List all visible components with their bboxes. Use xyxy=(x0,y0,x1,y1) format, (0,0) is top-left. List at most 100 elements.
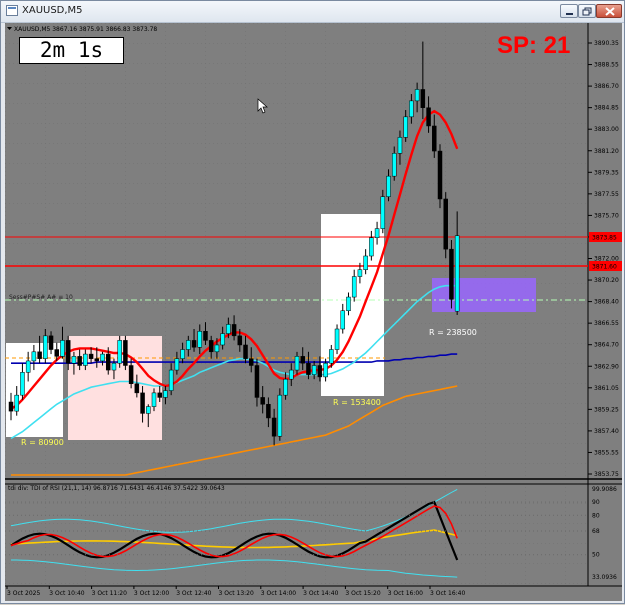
bull-candle xyxy=(414,89,420,102)
bull-candle xyxy=(197,331,203,348)
bear-candle xyxy=(88,353,94,359)
bull-candle xyxy=(386,175,391,197)
price-tags: 3873.85 3871.60 xyxy=(589,232,622,271)
bull-candle xyxy=(340,310,346,330)
bear-candle xyxy=(157,392,162,398)
bull-candle xyxy=(289,369,294,380)
chart-area[interactable]: Sess#P#S# A# ≡ 10 R = 80900 R = 153400 R… xyxy=(5,23,622,601)
window-title: XAUUSD,M5 xyxy=(22,5,83,16)
bear-candle xyxy=(254,365,260,398)
range-box-2[interactable] xyxy=(321,214,384,396)
price-tick-label: 3864.70 xyxy=(594,342,619,349)
price-tick-label: 3855.55 xyxy=(594,449,619,456)
bull-candle xyxy=(180,349,185,359)
price-tick-label: 3861.05 xyxy=(594,385,619,392)
bull-candle xyxy=(60,340,65,357)
price-tick-label: 3870.20 xyxy=(594,277,619,284)
minimize-icon xyxy=(566,13,573,15)
bear-candle xyxy=(128,365,134,384)
bear-candle xyxy=(54,349,60,357)
price-tick-label: 3857.40 xyxy=(594,428,619,435)
time-tick-label: 3 Oct 15:20 xyxy=(345,590,380,597)
bear-candle xyxy=(237,335,243,346)
time-tick-label: 3 Oct 10:40 xyxy=(49,590,84,597)
bear-candle xyxy=(426,107,431,127)
bull-candle xyxy=(146,406,151,414)
bull-candle xyxy=(20,372,25,396)
box-1-label: R = 80900 xyxy=(21,438,64,447)
bull-candle xyxy=(111,362,117,371)
time-tick-label: 3 Oct 14:40 xyxy=(303,590,338,597)
bear-candle xyxy=(420,89,426,108)
sub-axis-label: 33.0936 xyxy=(592,574,617,581)
bull-candle xyxy=(168,369,174,391)
window-titlebar[interactable]: XAUUSD,M5 xyxy=(1,1,624,23)
range-box-3[interactable] xyxy=(432,278,536,312)
price-tick-label: 3866.55 xyxy=(594,320,619,327)
candle-timer: 2m 1s xyxy=(19,37,124,64)
minimize-button[interactable] xyxy=(560,4,578,18)
price-tick-label: 3859.25 xyxy=(594,406,619,413)
price-tick-label: 3862.90 xyxy=(594,363,619,370)
bear-candle xyxy=(271,417,277,437)
spread-label: SP: 21 xyxy=(497,32,571,59)
time-tick-label: 3 Oct 13:20 xyxy=(219,590,254,597)
bear-candle xyxy=(266,404,271,419)
bear-candle xyxy=(248,358,254,366)
bull-candle xyxy=(374,228,380,238)
bull-candle xyxy=(163,390,168,398)
bull-candle xyxy=(380,196,386,229)
time-tick-label: 3 Oct 16:00 xyxy=(388,590,423,597)
close-button[interactable] xyxy=(596,4,622,18)
time-tick-label: 3 Oct 11:20 xyxy=(92,590,127,597)
bear-candle xyxy=(94,358,100,362)
sub-axis-label: 90 xyxy=(592,499,600,506)
time-tick-label: 3 Oct 14:00 xyxy=(261,590,296,597)
bull-candle xyxy=(409,100,414,118)
close-icon xyxy=(605,7,615,16)
bull-candle xyxy=(334,328,340,350)
bull-candle xyxy=(351,276,357,298)
bear-candle xyxy=(8,401,14,412)
bear-candle xyxy=(231,324,237,337)
bull-candle xyxy=(25,360,31,373)
bull-candle xyxy=(117,340,122,364)
price-tick-label: 3875.70 xyxy=(594,212,619,219)
sub-axis-label: 50 xyxy=(592,552,600,559)
time-tick-label: 3 Oct 12:40 xyxy=(176,590,211,597)
bull-candle xyxy=(186,340,191,350)
sub-axis-label: 99.9086 xyxy=(592,486,617,493)
bear-candle xyxy=(443,198,448,250)
bull-candle xyxy=(363,255,368,270)
price-tick-label: 3881.20 xyxy=(594,148,619,155)
sub-axis-label: 68 xyxy=(592,528,600,535)
maximize-button[interactable] xyxy=(578,4,596,18)
price-axis: 3890.35 3888.55 3886.70 3884.85 3883.00 3881.… xyxy=(588,40,619,478)
bull-candle xyxy=(329,349,334,364)
price-tick-label: 3853.75 xyxy=(594,471,619,478)
time-tick-label: 3 Oct 16:40 xyxy=(430,590,465,597)
sub-header: tdi div: TDI of RSI (21,1, 14) 96.8716 7… xyxy=(8,485,225,492)
bear-candle xyxy=(432,125,437,152)
bear-candle xyxy=(123,340,128,366)
bull-candle xyxy=(220,333,225,346)
chart-canvas[interactable]: Sess#P#S# A# ≡ 10 R = 80900 R = 153400 R… xyxy=(5,23,622,601)
bear-candle xyxy=(77,356,82,366)
bull-candle xyxy=(214,344,220,353)
bear-candle xyxy=(260,397,265,405)
price-tick-label: 3868.40 xyxy=(594,299,619,306)
bull-candle xyxy=(174,358,180,371)
bull-candle xyxy=(277,394,283,437)
bull-candle xyxy=(294,356,300,371)
bear-candle xyxy=(191,340,197,348)
bear-candle xyxy=(140,392,145,414)
bull-candle xyxy=(31,351,37,362)
bear-candle xyxy=(48,335,54,350)
bid-price-tag: 3871.60 xyxy=(592,264,617,271)
time-axis: 3 Oct 2025 3 Oct 10:40 3 Oct 11:20 3 Oct 12… xyxy=(6,586,465,597)
main-header: XAUUSD,M5 3867.16 3875.91 3866.83 3873.7… xyxy=(14,26,157,33)
ask-price-tag: 3873.85 xyxy=(592,235,617,242)
bear-candle xyxy=(65,340,71,364)
bear-candle xyxy=(437,150,443,200)
bear-candle xyxy=(243,344,248,359)
